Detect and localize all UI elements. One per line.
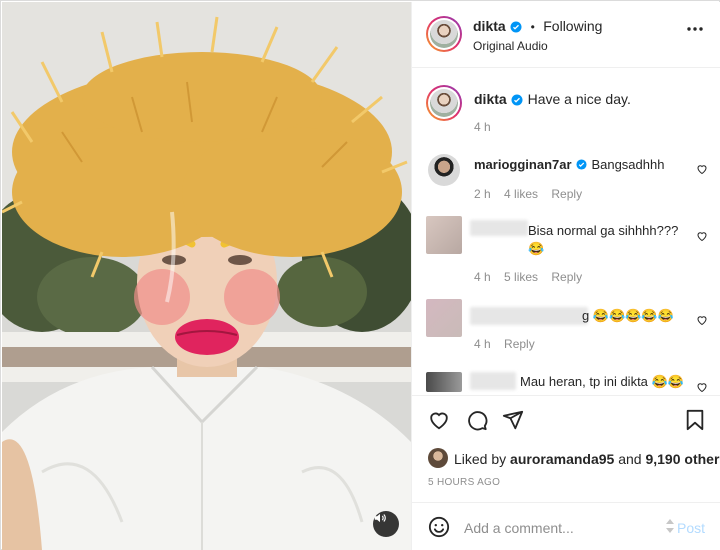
comment-text: Mau heran, tp ini dikta 😂😂 xyxy=(520,374,684,389)
likes-summary: Liked by auroramanda95 and 9,190 others xyxy=(454,451,720,467)
post-button[interactable]: Post xyxy=(677,520,705,536)
redacted-username xyxy=(470,220,528,236)
verified-badge-icon xyxy=(510,21,522,33)
post-video[interactable] xyxy=(2,2,411,550)
liked-by-prefix: Liked by xyxy=(454,451,507,467)
scroll-arrows-icon[interactable] xyxy=(665,518,675,534)
comment-meta: 4 h 5 likes Reply xyxy=(474,270,582,284)
likes-count[interactable]: 9,190 others xyxy=(645,451,720,467)
speaker-icon xyxy=(374,513,386,523)
comment-text: Bisa normal ga sihhhh??? 😂 xyxy=(528,223,679,256)
comment-input[interactable]: Add a comment... xyxy=(464,520,574,536)
verified-badge-icon xyxy=(576,159,587,170)
caption-avatar[interactable] xyxy=(426,85,462,121)
heart-icon[interactable] xyxy=(696,230,708,242)
video-frame-illustration xyxy=(2,2,411,550)
liked-by-and: and xyxy=(618,451,642,467)
commenter-avatar[interactable] xyxy=(426,299,462,337)
mute-button[interactable] xyxy=(373,511,399,537)
more-horizontal-icon[interactable] xyxy=(687,27,703,31)
heart-icon[interactable] xyxy=(428,409,450,431)
heart-icon[interactable] xyxy=(696,314,708,326)
bookmark-icon[interactable] xyxy=(685,409,705,431)
post-timestamp[interactable]: 5 HOURS AGO xyxy=(428,477,500,488)
comment-meta: 2 h 4 likes Reply xyxy=(474,187,582,201)
comment-meta: 4 h Reply xyxy=(474,337,535,351)
post-dialog: dikta • Following Original Audio dikta H… xyxy=(0,0,720,550)
comment-text: Bangsadhhh xyxy=(591,157,665,172)
reply-button[interactable]: Reply xyxy=(551,270,582,284)
following-button[interactable]: Following xyxy=(543,18,602,34)
commenter-avatar[interactable] xyxy=(426,216,462,254)
commenter-avatar[interactable] xyxy=(426,372,462,392)
comment-icon[interactable] xyxy=(466,409,488,431)
comment-age: 2 h xyxy=(474,187,491,201)
comment-username[interactable]: mariogginan7ar xyxy=(474,157,572,172)
heart-icon[interactable] xyxy=(696,163,708,175)
author-username[interactable]: dikta xyxy=(473,18,506,34)
separator-dot: • xyxy=(530,20,535,34)
action-bar xyxy=(412,395,720,435)
author-avatar[interactable] xyxy=(426,16,462,52)
post-header: dikta • Following Original Audio xyxy=(412,2,720,68)
comment-text: g 😂😂😂😂😂 xyxy=(582,308,674,323)
verified-badge-icon xyxy=(511,94,523,106)
reply-button[interactable]: Reply xyxy=(551,187,582,201)
reply-button[interactable]: Reply xyxy=(504,337,535,351)
comment-age: 4 h xyxy=(474,337,491,351)
smiley-icon[interactable] xyxy=(428,516,450,538)
heart-icon[interactable] xyxy=(696,381,708,393)
liker-username[interactable]: auroramanda95 xyxy=(510,451,614,467)
comment-age: 4 h xyxy=(474,270,491,284)
comment-likes[interactable]: 4 likes xyxy=(504,187,538,201)
audio-label[interactable]: Original Audio xyxy=(473,39,548,53)
paper-plane-icon[interactable] xyxy=(502,409,524,431)
redacted-username xyxy=(470,372,516,390)
redacted-text xyxy=(470,307,588,325)
caption-username[interactable]: dikta xyxy=(474,91,507,107)
post-side-panel: dikta • Following Original Audio dikta H… xyxy=(411,2,720,550)
caption-age: 4 h xyxy=(474,120,491,134)
caption-text: Have a nice day. xyxy=(527,91,631,107)
commenter-avatar[interactable] xyxy=(428,154,460,186)
comment-likes[interactable]: 5 likes xyxy=(504,270,538,284)
liker-avatar[interactable] xyxy=(428,448,448,468)
